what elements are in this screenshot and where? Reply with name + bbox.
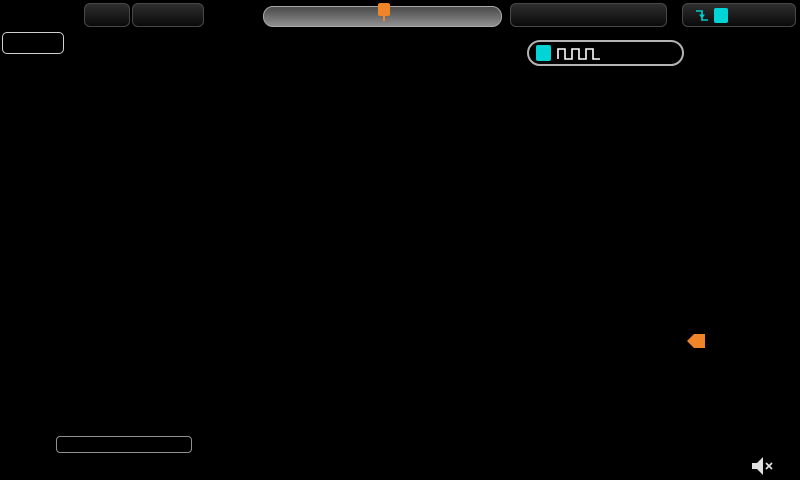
run-state-button[interactable] bbox=[84, 3, 130, 27]
trigger-readout-box[interactable] bbox=[682, 3, 796, 27]
falling-edge-icon bbox=[695, 8, 709, 23]
frequency-counter-badge bbox=[527, 40, 684, 66]
trigger-position-flag[interactable] bbox=[378, 3, 390, 16]
oscilloscope-screen bbox=[0, 0, 800, 480]
horizontal-scale-box[interactable] bbox=[132, 3, 204, 27]
square-wave-icon bbox=[556, 46, 604, 61]
delay-readout-box[interactable] bbox=[510, 3, 667, 27]
waveform-display bbox=[0, 0, 800, 480]
trigger-source-badge bbox=[714, 8, 728, 23]
channel-status-bar bbox=[0, 453, 800, 480]
waveform-preview-bar[interactable] bbox=[263, 6, 502, 27]
pulse-count-readout bbox=[56, 436, 192, 453]
top-status-bar bbox=[0, 0, 800, 30]
left-menu-title bbox=[2, 32, 64, 54]
counter-source-badge bbox=[536, 45, 551, 61]
muted-speaker-icon[interactable] bbox=[750, 456, 776, 476]
